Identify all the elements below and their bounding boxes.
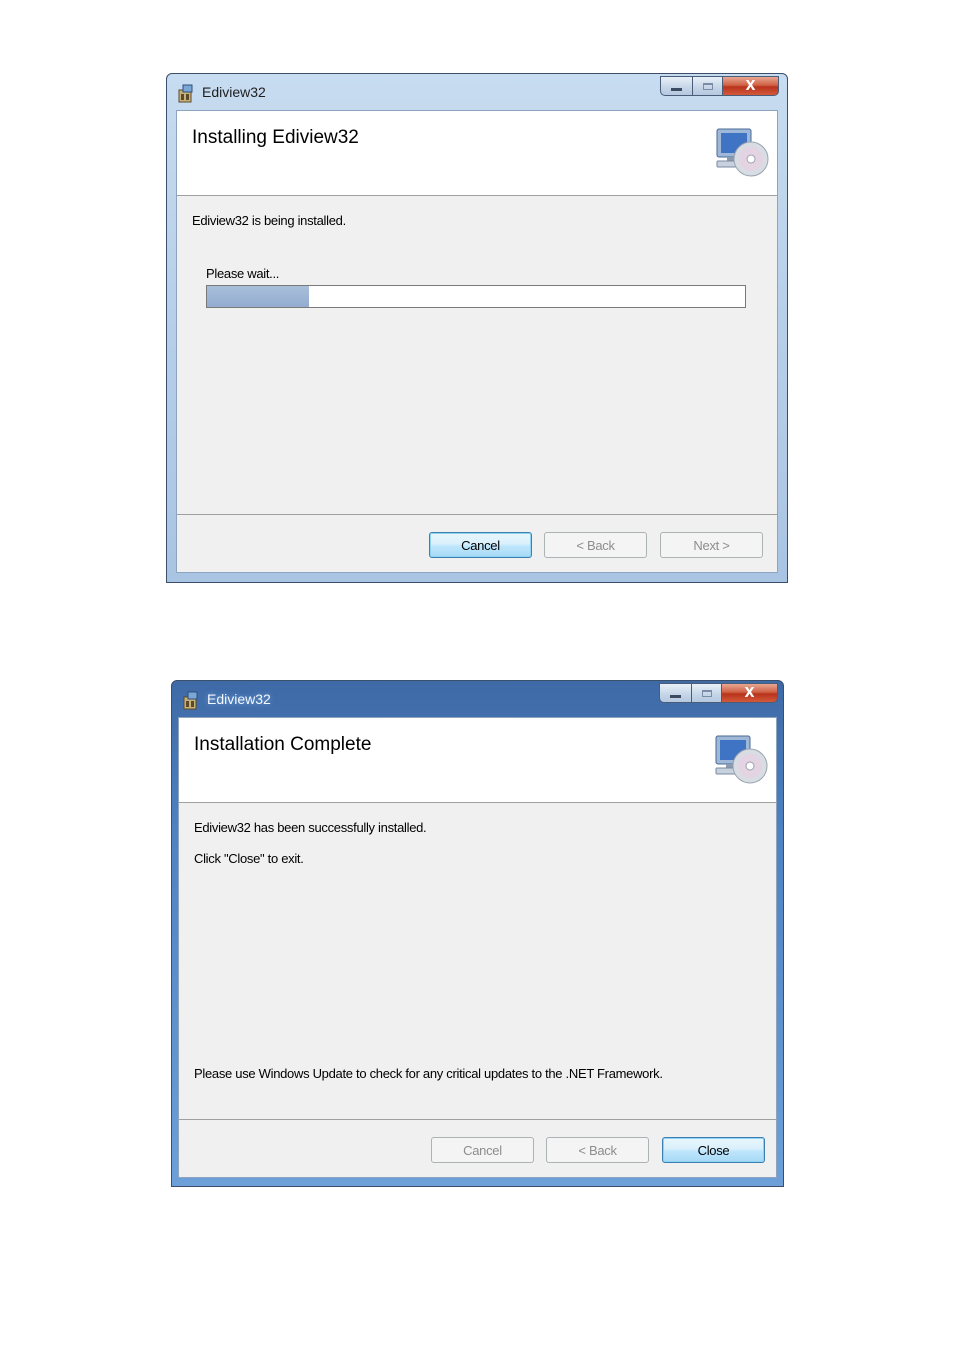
cancel-button[interactable]: Cancel bbox=[431, 1137, 534, 1163]
back-button[interactable]: < Back bbox=[546, 1137, 649, 1163]
installation-complete-window: Ediview32 X Installation Complete Edivie… bbox=[171, 680, 784, 1187]
close-window-button[interactable]: X bbox=[723, 76, 779, 96]
computer-with-disc-icon bbox=[716, 128, 769, 177]
next-button[interactable]: Next > bbox=[660, 532, 763, 558]
close-button[interactable]: Close bbox=[662, 1137, 765, 1163]
minimize-icon bbox=[670, 694, 681, 698]
installing-window: Ediview32 X Installing Ediview32 Ediview… bbox=[166, 73, 788, 583]
title-bar[interactable]: Ediview32 X bbox=[172, 681, 783, 717]
title-bar[interactable]: Ediview32 X bbox=[167, 74, 787, 110]
footer-divider bbox=[179, 1119, 776, 1120]
maximize-icon bbox=[702, 82, 713, 90]
page-title: Installation Complete bbox=[194, 734, 372, 755]
window-title: Ediview32 bbox=[202, 84, 266, 100]
installer-app-icon bbox=[183, 691, 198, 710]
close-instruction: Click "Close" to exit. bbox=[194, 851, 304, 866]
maximize-button[interactable] bbox=[693, 76, 723, 96]
maximize-icon bbox=[701, 689, 712, 697]
footer-divider bbox=[177, 514, 777, 515]
install-progress-bar bbox=[206, 285, 746, 308]
close-icon: X bbox=[745, 78, 756, 94]
window-client-area: Installation Complete Ediview32 has been… bbox=[178, 717, 777, 1178]
computer-with-disc-icon bbox=[715, 735, 768, 784]
installer-app-icon bbox=[178, 84, 193, 103]
window-client-area: Installing Ediview32 Ediview32 is being … bbox=[176, 110, 778, 573]
minimize-button[interactable] bbox=[659, 683, 692, 703]
wait-label: Please wait... bbox=[206, 266, 280, 281]
close-window-button[interactable]: X bbox=[722, 683, 778, 703]
caption-buttons: X bbox=[659, 683, 778, 703]
page-title: Installing Ediview32 bbox=[192, 127, 359, 148]
maximize-button[interactable] bbox=[692, 683, 722, 703]
status-text: Ediview32 is being installed. bbox=[192, 213, 346, 228]
caption-buttons: X bbox=[660, 76, 779, 96]
progress-fill bbox=[207, 286, 310, 307]
dotnet-update-note: Please use Windows Update to check for a… bbox=[194, 1066, 663, 1081]
back-button[interactable]: < Back bbox=[544, 532, 647, 558]
minimize-button[interactable] bbox=[660, 76, 693, 96]
window-title: Ediview32 bbox=[207, 691, 271, 707]
success-message: Ediview32 has been successfully installe… bbox=[194, 820, 427, 835]
close-icon: X bbox=[744, 685, 755, 701]
minimize-icon bbox=[671, 87, 682, 91]
cancel-button[interactable]: Cancel bbox=[429, 532, 532, 558]
header-banner: Installing Ediview32 bbox=[177, 111, 777, 196]
header-banner: Installation Complete bbox=[179, 718, 776, 803]
